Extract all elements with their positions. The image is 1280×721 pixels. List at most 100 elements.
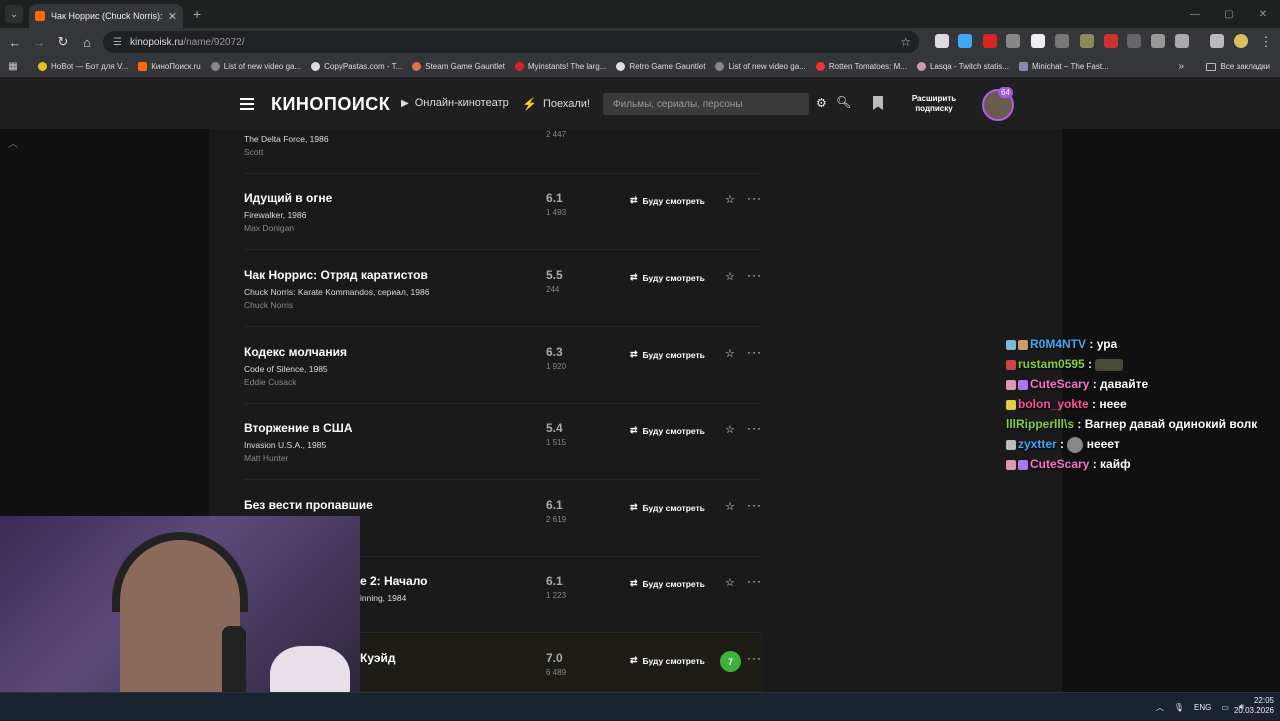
rate-star-icon[interactable]: ☆ xyxy=(725,423,735,436)
film-row[interactable]: Чак Норрис: Отряд каратистов Chuck Norri… xyxy=(244,251,762,327)
watch-later-button[interactable]: ⇄ Буду смотреть xyxy=(630,655,705,666)
more-options-icon[interactable]: ··· xyxy=(747,345,762,359)
collapse-chevron-icon[interactable]: ︿ xyxy=(8,135,18,150)
film-votes: 2 447 xyxy=(546,130,567,139)
bookmark-item[interactable]: Steam Game Gauntlet xyxy=(412,62,505,71)
bookmark-item[interactable]: КиноПоиск.ru xyxy=(138,62,201,71)
film-row[interactable]: Кодекс молчания Code of Silence, 1985 Ed… xyxy=(244,328,762,404)
maximize-button[interactable]: ▢ xyxy=(1212,0,1246,28)
chat-message: rustam0595 : xyxy=(1006,354,1276,374)
bookmark-star-icon[interactable]: ☆ xyxy=(900,35,911,49)
chat-text: кайф xyxy=(1100,457,1131,471)
extension-icon[interactable] xyxy=(1151,34,1165,48)
apps-grid-icon[interactable]: ▦ xyxy=(2,61,24,72)
film-rating: 5.5 xyxy=(546,268,563,282)
more-options-icon[interactable]: ··· xyxy=(747,421,762,435)
watch-later-button[interactable]: ⇄ Буду смотреть xyxy=(630,195,705,206)
extension-icon[interactable] xyxy=(1104,34,1118,48)
watch-later-button[interactable]: ⇄ Буду смотреть xyxy=(630,502,705,513)
bookmarks-overflow-icon[interactable]: » xyxy=(1178,61,1184,72)
bookmark-item[interactable]: HoBot — Бот для V... xyxy=(38,62,128,71)
more-options-icon[interactable]: ··· xyxy=(747,651,762,665)
extensions-puzzle-icon[interactable] xyxy=(1175,34,1189,48)
all-bookmarks-button[interactable]: Все закладки xyxy=(1205,62,1270,71)
film-rating: 7.0 xyxy=(546,651,563,665)
close-window-button[interactable]: ✕ xyxy=(1246,0,1280,28)
extension-icon[interactable] xyxy=(1055,34,1069,48)
url-path: /name/92072/ xyxy=(183,36,245,48)
watch-later-button[interactable]: ⇄ Буду смотреть xyxy=(630,349,705,360)
film-row[interactable]: Вторжение в США Invasion U.S.A., 1985 Ma… xyxy=(244,404,762,480)
rate-star-icon[interactable]: ☆ xyxy=(725,193,735,206)
bookmark-item[interactable]: Myinstants! The larg... xyxy=(514,62,606,71)
network-icon[interactable]: ▭ xyxy=(1221,703,1229,712)
profile-avatar-icon[interactable] xyxy=(1234,34,1248,48)
rate-star-icon[interactable]: ☆ xyxy=(725,347,735,360)
system-tray: ︿ 🎙︎ ENG ▭ 🔊︎ xyxy=(1146,693,1244,721)
watch-later-icon: ⇄ xyxy=(630,349,638,359)
film-votes: 1 493 xyxy=(546,208,567,217)
bookmark-item[interactable]: CopyPastas.com - T... xyxy=(311,62,402,71)
more-options-icon[interactable]: ··· xyxy=(747,268,762,282)
bookmark-item[interactable]: Lasqa - Twitch statis... xyxy=(916,62,1009,71)
site-info-icon[interactable]: ☰ xyxy=(113,37,122,48)
watch-later-button[interactable]: ⇄ Буду смотреть xyxy=(630,272,705,283)
reading-list-icon[interactable] xyxy=(1210,34,1224,48)
browser-menu-icon[interactable]: ⋮ xyxy=(1254,34,1278,50)
extension-icon[interactable] xyxy=(1127,34,1141,48)
watch-later-button[interactable]: ⇄ Буду смотреть xyxy=(630,425,705,436)
more-options-icon[interactable]: ··· xyxy=(747,574,762,588)
extension-icon[interactable] xyxy=(1006,34,1020,48)
clock[interactable]: 22:05 20.03.2026 xyxy=(1234,696,1274,716)
film-title[interactable]: Куэйд xyxy=(360,651,395,665)
extension-icon[interactable] xyxy=(935,34,949,48)
extension-icon[interactable] xyxy=(1031,34,1045,48)
search-icon[interactable]: 🔍︎ xyxy=(836,95,851,109)
bookmark-item[interactable]: List of new video ga... xyxy=(210,62,301,71)
minimize-button[interactable]: — xyxy=(1178,0,1212,28)
watch-later-button[interactable]: ⇄ Буду смотреть xyxy=(630,578,705,589)
chat-message: CuteScary : давайте xyxy=(1006,374,1276,394)
film-role: Eddie Cusack xyxy=(244,377,297,387)
film-row[interactable]: The Delta Force, 1986 Scott 2 447 xyxy=(244,100,762,174)
film-row[interactable]: Идущий в огне Firewalker, 1986 Max Donig… xyxy=(244,174,762,250)
extension-icon[interactable] xyxy=(983,34,997,48)
film-title[interactable]: е 2: Начало xyxy=(360,574,428,588)
language-indicator[interactable]: ENG xyxy=(1194,703,1211,712)
reload-icon[interactable]: ↻ xyxy=(51,34,75,50)
film-title[interactable]: Идущий в огне xyxy=(244,191,332,205)
microphone-icon[interactable]: 🎙︎ xyxy=(1174,703,1184,712)
film-votes: 244 xyxy=(546,285,560,294)
tab-close-icon[interactable]: ✕ xyxy=(168,10,177,23)
rate-star-icon[interactable]: ☆ xyxy=(725,500,735,513)
rate-star-icon[interactable]: ☆ xyxy=(725,270,735,283)
url-domain: kinopoisk.ru xyxy=(129,36,184,48)
more-options-icon[interactable]: ··· xyxy=(747,498,762,512)
bookmark-icon[interactable] xyxy=(873,96,883,110)
film-title[interactable]: Чак Норрис: Отряд каратистов xyxy=(244,268,428,282)
extension-icon[interactable] xyxy=(958,34,972,48)
new-tab-button[interactable]: + xyxy=(193,6,201,22)
back-icon[interactable]: ← xyxy=(3,35,27,50)
film-title[interactable]: Вторжение в США xyxy=(244,421,353,435)
subscribe-button[interactable]: Расширить подписку xyxy=(906,94,962,114)
tab-search-button[interactable]: ⌄ xyxy=(5,5,23,23)
tray-overflow-icon[interactable]: ︿ xyxy=(1156,702,1164,713)
browser-tab-active[interactable]: Чак Норрис (Chuck Norris): ф ✕ xyxy=(29,4,183,28)
forward-icon[interactable]: → xyxy=(27,35,51,50)
film-title[interactable]: Кодекс молчания xyxy=(244,345,347,359)
search-filter-icon[interactable]: ⚙ xyxy=(816,96,827,110)
user-score-badge[interactable]: 7 xyxy=(720,651,741,672)
more-options-icon[interactable]: ··· xyxy=(747,191,762,205)
home-icon[interactable]: ⌂ xyxy=(75,35,99,50)
film-title[interactable]: Без вести пропавшие xyxy=(244,498,373,512)
bookmark-item[interactable]: List of new video ga... xyxy=(715,62,806,71)
clock-time: 22:05 xyxy=(1253,696,1274,705)
address-bar[interactable]: ☰ kinopoisk.ru/name/92072/ ☆ xyxy=(103,31,919,53)
rate-star-icon[interactable]: ☆ xyxy=(725,576,735,589)
bookmark-item[interactable]: Minichat – The Fast... xyxy=(1018,62,1109,71)
film-original-title: inning, 1984 xyxy=(360,593,407,603)
bookmark-item[interactable]: Retro Game Gauntlet xyxy=(616,62,705,71)
extension-icon[interactable] xyxy=(1080,34,1094,48)
bookmark-item[interactable]: Rotten Tomatoes: M... xyxy=(815,62,907,71)
